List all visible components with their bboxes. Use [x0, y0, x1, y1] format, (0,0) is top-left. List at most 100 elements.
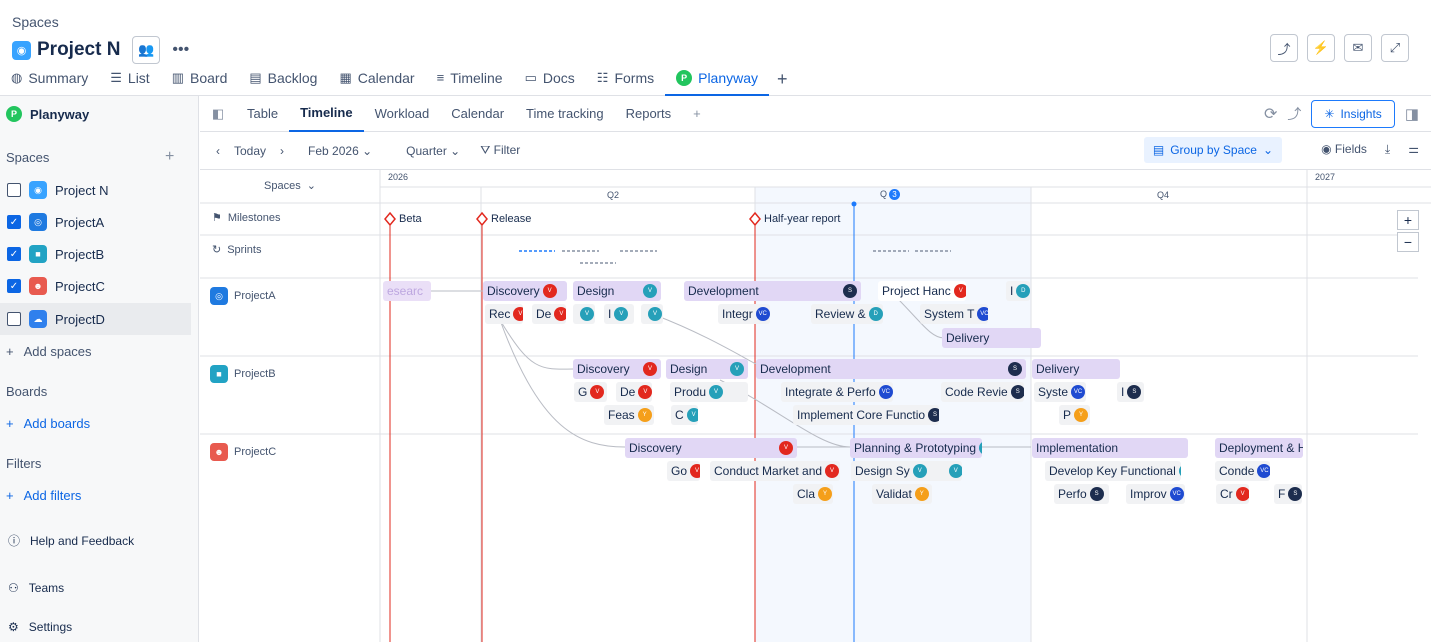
task-chip[interactable]: Cr V [1216, 484, 1249, 504]
task-bar[interactable]: Development S [684, 281, 861, 301]
sidebar-item-projecta[interactable]: ✓ ◎ ProjectA [0, 206, 191, 238]
add-view-plus-icon[interactable]: + [682, 96, 712, 132]
fields-button[interactable]: ◉ Fields [1321, 142, 1367, 157]
panel-icon[interactable]: ◨ [1405, 105, 1419, 123]
task-bar[interactable]: Design V [666, 359, 748, 379]
sidebar-item-project-n[interactable]: ◉ Project N [0, 174, 191, 206]
view-tab-timeline[interactable]: Timeline [289, 96, 364, 132]
add-space-plus-icon[interactable]: + [165, 148, 174, 166]
collapse-sidebar-icon[interactable]: ◧ [200, 106, 236, 122]
tab-calendar[interactable]: ▦ Calendar [328, 70, 425, 96]
task-bar[interactable]: Development S [756, 359, 1026, 379]
task-bar[interactable]: esearc [383, 281, 431, 301]
today-button[interactable]: Today [234, 144, 266, 158]
task-chip[interactable]: Go V [667, 461, 700, 481]
chevron-left-icon[interactable]: ‹ [216, 144, 220, 158]
view-tab-calendar[interactable]: Calendar [440, 96, 515, 132]
checkbox[interactable]: ✓ [7, 215, 21, 229]
milestone-label[interactable]: Release [491, 213, 531, 225]
settings-link[interactable]: ⚙ Settings [8, 620, 72, 634]
view-tab-workload[interactable]: Workload [364, 96, 441, 132]
sidebar-item-projectc[interactable]: ✓ ☻ ProjectC [0, 270, 191, 302]
task-bar[interactable]: Delivery [1032, 359, 1120, 379]
task-chip[interactable]: De V [532, 304, 566, 324]
task-chip[interactable]: Integrate & Perfo VC [781, 382, 893, 402]
automation-icon[interactable]: ⚡ [1307, 34, 1335, 62]
task-chip[interactable]: IV [604, 304, 634, 324]
task-chip[interactable]: IS [1117, 382, 1144, 402]
task-chip[interactable]: Feas Y [604, 405, 654, 425]
task-bar[interactable]: Discovery V [573, 359, 661, 379]
task-chip[interactable]: Perfo S [1054, 484, 1109, 504]
task-chip[interactable]: System T VC [920, 304, 988, 324]
task-chip[interactable]: ID [1006, 281, 1030, 301]
view-tab-table[interactable]: Table [236, 96, 289, 132]
task-bar[interactable]: Discovery V [483, 281, 567, 301]
task-chip[interactable]: Conde VC [1215, 461, 1270, 481]
task-bar[interactable]: Implementation [1032, 438, 1188, 458]
tab-list[interactable]: ☰ List [99, 70, 160, 96]
task-chip[interactable]: Review & D [811, 304, 883, 324]
task-chip[interactable]: Rec V [485, 304, 523, 324]
teams-link[interactable]: ⚇ Teams [8, 581, 64, 595]
settings-sliders-icon[interactable]: ⚌ [1408, 142, 1419, 157]
tab-summary[interactable]: ◍ Summary [0, 70, 99, 96]
sidebar-item-projectb[interactable]: ✓ ■ ProjectB [0, 238, 191, 270]
checkbox[interactable]: ✓ [7, 247, 21, 261]
share-icon[interactable]: ⤴ [1270, 34, 1298, 62]
task-chip[interactable]: De V [616, 382, 652, 402]
task-chip[interactable]: Project Hanc V [878, 281, 966, 301]
task-chip[interactable]: FS [1274, 484, 1302, 504]
zoom-out-button[interactable]: − [1397, 232, 1419, 252]
task-bar[interactable]: Planning & PrototypingV [850, 438, 982, 458]
task-chip[interactable]: Produ V [670, 382, 748, 402]
more-icon[interactable]: ••• [172, 41, 189, 59]
task-chip[interactable]: PY [1059, 405, 1090, 425]
task-chip[interactable]: Validat Y [872, 484, 932, 504]
task-chip[interactable]: Conduct Market and V [710, 461, 840, 481]
add-spaces-link[interactable]: + Add spaces [6, 344, 92, 359]
add-tab-button[interactable]: + [769, 70, 796, 96]
task-bar[interactable]: Delivery [942, 328, 1041, 348]
view-tab-time-tracking[interactable]: Time tracking [515, 96, 615, 132]
task-bar[interactable]: Discovery V [625, 438, 797, 458]
group-by-select[interactable]: ▤ Group by Space ⌄ [1143, 137, 1282, 163]
checkbox[interactable]: ✓ [7, 279, 21, 293]
task-chip[interactable]: Syste VC [1034, 382, 1086, 402]
insights-button[interactable]: ✳ Insights [1311, 100, 1395, 128]
tab-timeline[interactable]: ≡ Timeline [426, 70, 514, 96]
checkbox[interactable] [7, 183, 21, 197]
people-icon[interactable]: 👥 [132, 36, 161, 64]
add-filters-link[interactable]: + Add filters [6, 488, 81, 503]
tab-board[interactable]: ▥ Board [161, 70, 239, 96]
help-link[interactable]: ⓘ Help and Feedback [8, 532, 134, 549]
milestone-diamond[interactable] [476, 211, 488, 227]
task-chip[interactable]: Cla Y [793, 484, 833, 504]
feedback-icon[interactable]: ✉ [1344, 34, 1372, 62]
download-icon[interactable]: ⤓ [1385, 142, 1390, 157]
refresh-icon[interactable]: ⟳ [1264, 104, 1277, 124]
task-chip[interactable]: V [573, 304, 595, 324]
tab-forms[interactable]: ☷ Forms [586, 70, 665, 96]
milestone-label[interactable]: Half-year report [764, 213, 840, 225]
scale-select[interactable]: Quarter ⌄ [406, 144, 460, 158]
fullscreen-icon[interactable]: ⤢ [1381, 34, 1409, 62]
chevron-right-icon[interactable]: › [280, 144, 284, 158]
sidebar-item-projectd[interactable]: ☁ ProjectD [0, 303, 191, 335]
tab-planyway[interactable]: P Planyway [665, 70, 770, 96]
checkbox[interactable] [7, 312, 21, 326]
task-chip[interactable]: GV [574, 382, 607, 402]
share-icon[interactable]: ⤴ [1287, 104, 1301, 124]
tab-backlog[interactable]: ▤ Backlog [238, 70, 328, 96]
tab-docs[interactable]: ▭ Docs [514, 70, 586, 96]
task-chip[interactable]: Integr VC [718, 304, 770, 324]
task-chip[interactable]: Develop Key FunctionalD [1045, 461, 1181, 481]
date-picker[interactable]: Feb 2026 ⌄ [308, 144, 372, 158]
task-chip[interactable]: Design Sy V V [851, 461, 962, 481]
task-chip[interactable]: Code Revie S [941, 382, 1024, 402]
task-chip[interactable]: Implement Core Functio S [793, 405, 939, 425]
task-chip[interactable]: V [641, 304, 663, 324]
task-bar[interactable]: Deployment & H [1215, 438, 1303, 458]
spaces-column-header[interactable]: Spaces ⌄ [200, 179, 380, 193]
milestone-label[interactable]: Beta [399, 213, 422, 225]
